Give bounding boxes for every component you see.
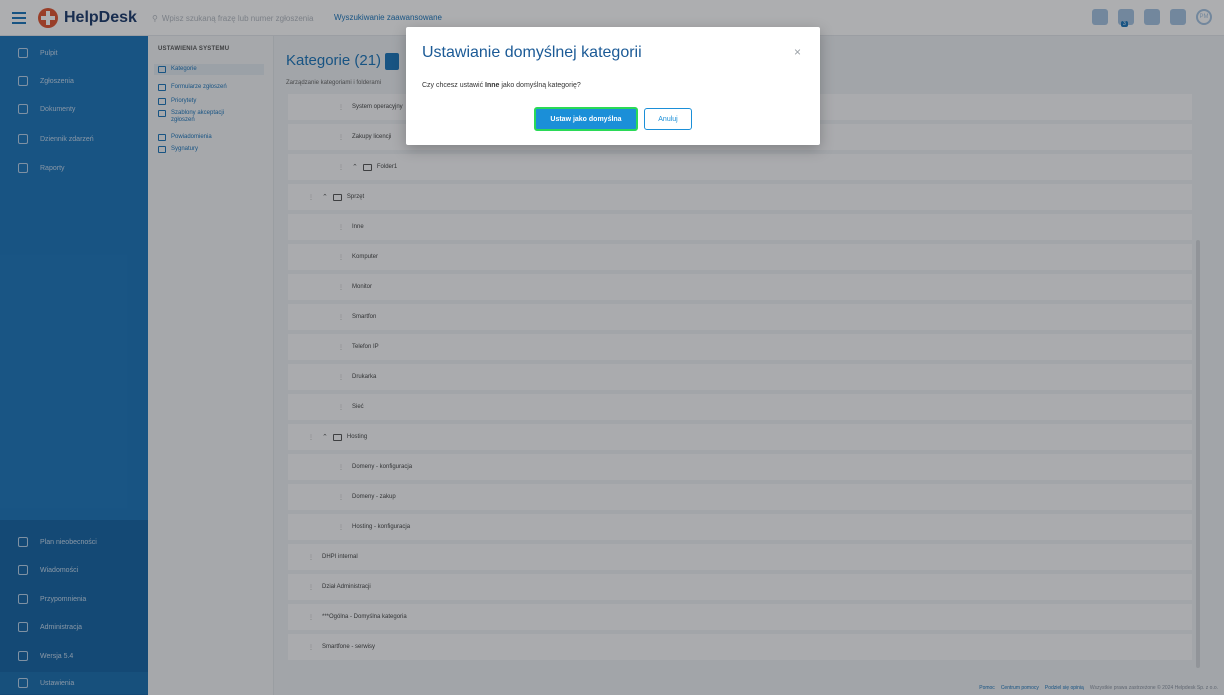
set-default-category-dialog: Ustawianie domyślnej kategorii × Czy chc… (406, 27, 820, 145)
dialog-message-before: Czy chcesz ustawić (422, 82, 486, 89)
dialog-message-category: Inne (485, 82, 500, 89)
close-icon[interactable]: × (794, 45, 801, 59)
dialog-message-after: jako domyślną kategorię? (499, 82, 581, 89)
set-default-button[interactable]: Ustaw jako domyślna (534, 107, 638, 131)
dialog-title: Ustawianie domyślnej kategorii (422, 44, 642, 61)
dialog-message: Czy chcesz ustawić Inne jako domyślną ka… (422, 82, 581, 89)
cancel-button[interactable]: Anuluj (644, 108, 692, 130)
